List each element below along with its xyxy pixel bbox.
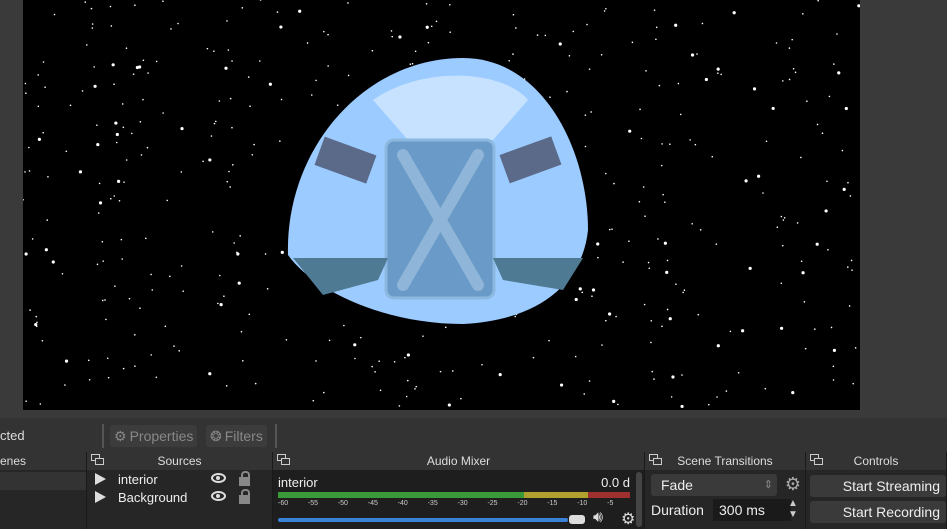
audio-mixer-title: Audio Mixer [426, 454, 491, 468]
meter-scale: -60 -55 -50 -45 -40 -35 -30 -25 -20 -15 -10 -5 [278, 500, 630, 510]
filters-button[interactable]: ❂ Filters [206, 425, 267, 447]
sources-dock-title: Sources [157, 454, 202, 468]
duration-label: Duration [651, 502, 704, 518]
sources-dock: Sources interior Background [87, 452, 273, 529]
meter-tick-label: -20 [517, 500, 528, 507]
duration-input[interactable]: 300 ms [713, 499, 791, 521]
meter-tick-label: -5 [607, 500, 614, 507]
undock-icon[interactable] [277, 454, 291, 467]
controls-dock: Controls Start Streaming Start Recording [806, 452, 947, 529]
gear-icon[interactable]: ⚙ [621, 509, 635, 529]
preview-canvas[interactable] [22, 0, 861, 410]
scenes-dock-title: enes [0, 452, 86, 470]
selected-source-label: cted [0, 428, 25, 443]
chevron-updown-icon: ⇕ [763, 479, 773, 491]
channel-name: interior [278, 475, 318, 490]
source-item[interactable]: interior [87, 470, 272, 488]
gear-icon[interactable]: ⚙ [782, 474, 804, 496]
meter-tick-label: -35 [427, 500, 438, 507]
transition-select[interactable]: Fade ⇕ [651, 474, 777, 496]
gear-icon: ⚙ [114, 427, 127, 444]
meter-tick-label: -40 [397, 500, 408, 507]
unlock-icon[interactable] [239, 489, 250, 504]
start-streaming-button[interactable]: Start Streaming [810, 475, 946, 497]
meter-tick-label: -60 [278, 500, 289, 507]
expand-icon[interactable] [95, 491, 106, 503]
meter-tick-label: -25 [487, 500, 498, 507]
scenes-dock: enes [0, 452, 87, 529]
expand-icon[interactable] [95, 473, 106, 485]
controls-title: Controls [853, 454, 899, 468]
volume-meter [278, 492, 630, 498]
properties-button[interactable]: ⚙ Properties [110, 425, 198, 447]
speaker-icon[interactable]: 🔊︎ [593, 509, 603, 527]
source-item[interactable]: Background [87, 488, 272, 506]
undock-icon[interactable] [649, 454, 663, 467]
start-recording-button[interactable]: Start Recording [810, 501, 946, 523]
eye-icon[interactable] [211, 491, 226, 501]
source-toolbar: cted ⚙ Properties ❂ Filters [0, 418, 947, 452]
scene-transitions-dock: Scene Transitions Fade ⇕ ⚙ Duration 300 m… [645, 452, 806, 529]
volume-slider[interactable] [278, 518, 568, 522]
channel-level: 0.0 d [601, 475, 630, 490]
eye-icon[interactable] [211, 473, 226, 483]
meter-tick-label: -55 [307, 500, 319, 507]
meter-tick-label: -10 [577, 500, 588, 507]
meter-tick-label: -15 [547, 500, 558, 507]
unlock-icon[interactable] [239, 471, 250, 486]
interior-source-image [287, 58, 588, 324]
volume-slider-handle[interactable] [569, 515, 585, 524]
filters-icon: ❂ [210, 427, 222, 444]
scrollbar[interactable] [636, 472, 642, 527]
audio-mixer-dock: Audio Mixer interior 0.0 d -60 -55 -50 -45-… [273, 452, 645, 529]
undock-icon[interactable] [91, 454, 105, 467]
scene-item[interactable] [0, 472, 86, 490]
duration-stepper[interactable]: ▲ ▼ [788, 498, 798, 520]
meter-tick-label: -45 [367, 500, 378, 507]
meter-tick-label: -50 [337, 500, 348, 507]
undock-icon[interactable] [810, 454, 824, 467]
meter-tick-label: -30 [457, 500, 468, 507]
scene-transitions-title: Scene Transitions [677, 454, 773, 468]
